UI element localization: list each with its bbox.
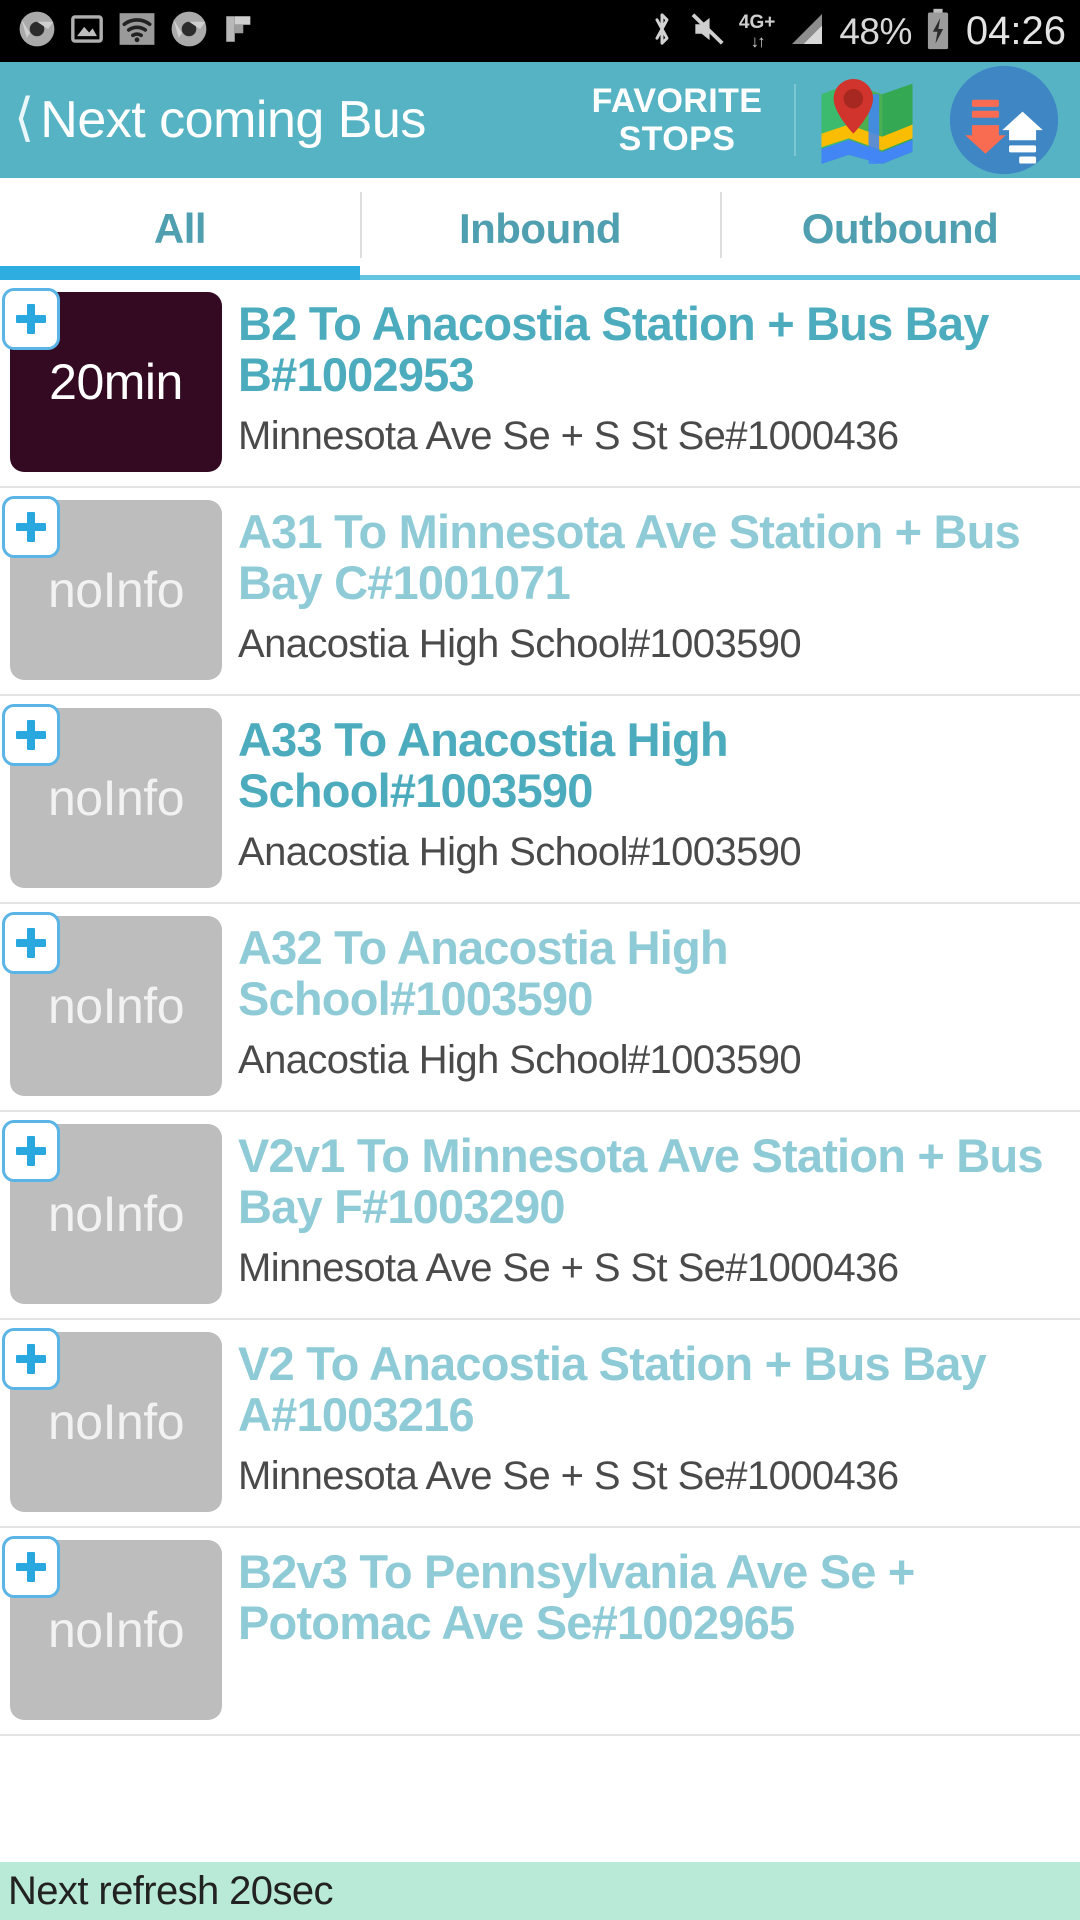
page-title: Next coming Bus <box>40 91 426 149</box>
status-bar-right-icons: 4G+ ↓↑ 48% 04:26 <box>647 7 1066 56</box>
arrival-time-label: noInfo <box>47 1186 185 1242</box>
route-title: A31 To Minnesota Ave Station + Bus Bay C… <box>238 505 1021 610</box>
row-text-container: A33 To Anacostia High School#1003590 Anac… <box>222 708 1080 876</box>
next-refresh-label: Next refresh 20sec <box>8 1868 334 1913</box>
badge-container: noInfo <box>0 496 222 680</box>
plus-icon[interactable] <box>2 1536 60 1598</box>
table-row[interactable]: 20min B2 To Anacostia Station + Bus Bay B… <box>0 280 1080 488</box>
row-text-container: A31 To Minnesota Ave Station + Bus Bay C… <box>222 500 1080 668</box>
refresh-updown-icon[interactable] <box>950 66 1058 174</box>
plus-icon[interactable] <box>2 1328 60 1390</box>
stop-name: Minnesota Ave Se + S St Se#1000436 <box>238 1454 899 1499</box>
tab-all-indicator <box>0 266 360 280</box>
badge-container: noInfo <box>0 1120 222 1304</box>
favorite-stops-button[interactable]: FAVORITE STOPS <box>572 82 782 158</box>
signal-icon <box>787 9 827 54</box>
row-text-container: B2v3 To Pennsylvania Ave Se + Potomac Av… <box>222 1540 1080 1660</box>
route-title: B2v3 To Pennsylvania Ave Se + Potomac Av… <box>238 1545 915 1650</box>
battery-icon <box>924 7 952 56</box>
table-row[interactable]: noInfo A32 To Anacostia High School#10035… <box>0 904 1080 1112</box>
badge-container: noInfo <box>0 704 222 888</box>
stop-name: Anacostia High School#1003590 <box>238 830 802 875</box>
tab-all[interactable]: All <box>0 178 360 280</box>
stop-name: Minnesota Ave Se + S St Se#1000436 <box>238 1246 899 1291</box>
plus-icon[interactable] <box>2 912 60 974</box>
plus-icon[interactable] <box>2 288 60 350</box>
route-title: B2 To Anacostia Station + Bus Bay B#1002… <box>238 297 989 402</box>
bluetooth-icon <box>647 9 677 54</box>
route-title: A32 To Anacostia High School#1003590 <box>238 921 729 1026</box>
network-type-label: 4G+ <box>738 11 776 33</box>
row-text-container: A32 To Anacostia High School#1003590 Anac… <box>222 916 1080 1084</box>
row-text-container: V2v1 To Minnesota Ave Station + Bus Bay … <box>222 1124 1080 1292</box>
route-title: V2v1 To Minnesota Ave Station + Bus Bay … <box>238 1129 1044 1234</box>
table-row[interactable]: noInfo V2v1 To Minnesota Ave Station + Bu… <box>0 1112 1080 1320</box>
chrome-icon <box>18 10 56 53</box>
arrival-time-label: noInfo <box>47 978 185 1034</box>
badge-container: noInfo <box>0 1536 222 1720</box>
tab-all-label: All <box>153 205 207 252</box>
arrival-time-label: noInfo <box>47 1394 185 1450</box>
wifi-icon <box>118 10 156 53</box>
row-text-container: V2 To Anacostia Station + Bus Bay A#1003… <box>222 1332 1080 1500</box>
flipboard-icon <box>222 12 256 51</box>
back-chevron-icon[interactable]: ⟨ <box>14 92 34 144</box>
table-row[interactable]: noInfo V2 To Anacostia Station + Bus Bay … <box>0 1320 1080 1528</box>
status-bar: 4G+ ↓↑ 48% 04:26 <box>0 0 1080 62</box>
status-bar-left-icons <box>18 10 256 53</box>
stop-name: Anacostia High School#1003590 <box>238 1038 802 1083</box>
photo-icon <box>70 12 104 51</box>
badge-container: noInfo <box>0 912 222 1096</box>
route-title: V2 To Anacostia Station + Bus Bay A#1003… <box>238 1337 987 1442</box>
arrival-time-label: 20min <box>49 354 183 410</box>
tab-outbound[interactable]: Outbound <box>720 178 1080 280</box>
chrome-icon <box>170 10 208 53</box>
tab-inbound[interactable]: Inbound <box>360 178 720 280</box>
status-bar-clock: 04:26 <box>965 9 1066 53</box>
app-bar: ⟨ Next coming Bus FAVORITE STOPS <box>0 62 1080 178</box>
arrival-time-label: noInfo <box>47 770 185 826</box>
badge-container: 20min <box>0 288 222 472</box>
stop-name: Minnesota Ave Se + S St Se#1000436 <box>238 414 899 459</box>
favorite-stops-label-line1: FAVORITE <box>591 81 763 120</box>
tab-inbound-label: Inbound <box>458 205 622 252</box>
arrival-time-label: noInfo <box>47 1602 185 1658</box>
mute-icon <box>689 10 727 53</box>
bus-arrival-list[interactable]: 20min B2 To Anacostia Station + Bus Bay B… <box>0 280 1080 1862</box>
table-row[interactable]: noInfo A33 To Anacostia High School#10035… <box>0 696 1080 904</box>
arrival-time-label: noInfo <box>47 562 185 618</box>
tab-outbound-label: Outbound <box>801 205 999 252</box>
map-icon[interactable] <box>818 76 916 164</box>
network-data-arrows-icon: ↓↑ <box>750 31 766 51</box>
next-refresh-bar: Next refresh 20sec <box>0 1862 1080 1920</box>
network-type-indicator: 4G+ ↓↑ <box>739 13 775 50</box>
plus-icon[interactable] <box>2 496 60 558</box>
table-row[interactable]: noInfo A31 To Minnesota Ave Station + Bus… <box>0 488 1080 696</box>
badge-container: noInfo <box>0 1328 222 1512</box>
plus-icon[interactable] <box>2 704 60 766</box>
row-text-container: B2 To Anacostia Station + Bus Bay B#1002… <box>222 292 1080 460</box>
route-title: A33 To Anacostia High School#1003590 <box>238 713 729 818</box>
favorite-stops-label-line2: STOPS <box>618 120 736 158</box>
stop-name: Anacostia High School#1003590 <box>238 622 802 667</box>
table-row[interactable]: noInfo B2v3 To Pennsylvania Ave Se + Poto… <box>0 1528 1080 1736</box>
plus-icon[interactable] <box>2 1120 60 1182</box>
battery-percent-label: 48% <box>839 10 912 52</box>
appbar-divider <box>794 84 796 156</box>
tab-bar: All Inbound Outbound <box>0 178 1080 280</box>
